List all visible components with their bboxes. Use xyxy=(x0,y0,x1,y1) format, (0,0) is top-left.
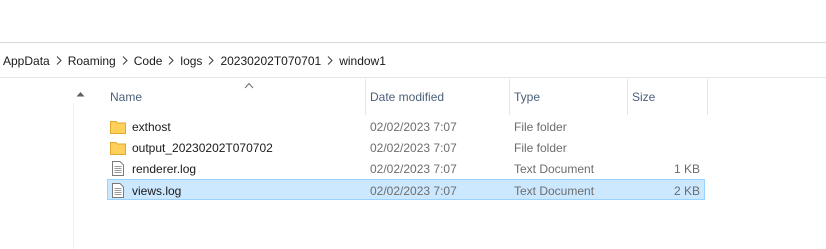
file-name-cell: output_20230202T070702 xyxy=(110,137,273,158)
list-item[interactable]: renderer.log 02/02/2023 7:07 Text Docume… xyxy=(107,158,705,179)
breadcrumb-label: 20230202T070701 xyxy=(220,53,322,68)
column-header-size[interactable]: Size xyxy=(628,79,708,115)
file-name: output_20230202T070702 xyxy=(132,140,273,155)
file-name: views.log xyxy=(132,183,182,198)
date-modified: 02/02/2023 7:07 xyxy=(370,183,457,198)
file-size: 2 KB xyxy=(673,183,700,198)
list-item[interactable]: output_20230202T070702 02/02/2023 7:07 F… xyxy=(107,137,705,158)
breadcrumb-label: logs xyxy=(180,53,203,68)
file-size xyxy=(629,116,700,137)
file-type: File folder xyxy=(514,140,567,155)
breadcrumb-item-session[interactable]: 20230202T070701 xyxy=(219,50,322,72)
column-header-type[interactable]: Type xyxy=(510,79,628,115)
breadcrumb-item-roaming[interactable]: Roaming xyxy=(67,50,117,72)
date-modified: 02/02/2023 7:07 xyxy=(370,161,457,176)
chevron-right-icon[interactable] xyxy=(117,50,133,72)
breadcrumb-item-appdata[interactable]: AppData xyxy=(2,50,51,72)
file-list: Name Date modified Type Size exthost 02/… xyxy=(92,79,826,249)
chevron-right-icon[interactable] xyxy=(203,50,219,72)
chevron-right-icon[interactable] xyxy=(51,50,67,72)
text-document-icon xyxy=(110,161,126,177)
file-name-cell: views.log xyxy=(110,180,181,201)
file-name-cell: exthost xyxy=(110,116,171,137)
breadcrumb[interactable]: AppData Roaming Code logs 20230202T07070… xyxy=(0,44,826,78)
navigation-scrollbar[interactable] xyxy=(73,103,87,249)
folder-icon xyxy=(110,119,126,135)
chevron-right-icon[interactable] xyxy=(322,50,338,72)
folder-icon xyxy=(110,140,126,156)
file-name-cell: renderer.log xyxy=(110,158,196,179)
navigation-pane xyxy=(0,79,92,249)
chevron-right-icon[interactable] xyxy=(163,50,179,72)
breadcrumb-label: Code xyxy=(133,53,163,68)
column-header-label: Type xyxy=(514,90,541,104)
file-type: File folder xyxy=(514,119,567,134)
breadcrumb-item-window1[interactable]: window1 xyxy=(338,50,387,72)
date-modified: 02/02/2023 7:07 xyxy=(370,140,457,155)
file-size: 1 KB xyxy=(673,161,700,176)
date-modified: 02/02/2023 7:07 xyxy=(370,119,457,134)
ribbon-area xyxy=(0,0,826,43)
column-header-label: Name xyxy=(110,90,143,104)
column-header-label: Date modified xyxy=(370,90,445,104)
column-header-date-modified[interactable]: Date modified xyxy=(366,79,510,115)
text-document-icon xyxy=(110,183,126,199)
file-type: Text Document xyxy=(514,161,595,176)
column-header-row: Name Date modified Type Size xyxy=(106,79,726,115)
breadcrumb-label: window1 xyxy=(339,53,386,68)
column-header-name[interactable]: Name xyxy=(106,79,366,115)
breadcrumb-label: AppData xyxy=(3,53,50,68)
file-type: Text Document xyxy=(514,183,595,198)
scroll-up-icon[interactable] xyxy=(73,87,87,101)
breadcrumb-item-logs[interactable]: logs xyxy=(179,50,203,72)
file-size xyxy=(629,137,700,158)
column-header-label: Size xyxy=(632,90,656,104)
breadcrumb-item-code[interactable]: Code xyxy=(133,50,164,72)
breadcrumb-label: Roaming xyxy=(67,53,116,68)
file-name: renderer.log xyxy=(132,161,197,176)
file-name: exthost xyxy=(132,119,171,134)
list-item[interactable]: exthost 02/02/2023 7:07 File folder xyxy=(107,116,705,137)
list-item-selected[interactable]: views.log 02/02/2023 7:07 Text Document … xyxy=(107,179,705,200)
